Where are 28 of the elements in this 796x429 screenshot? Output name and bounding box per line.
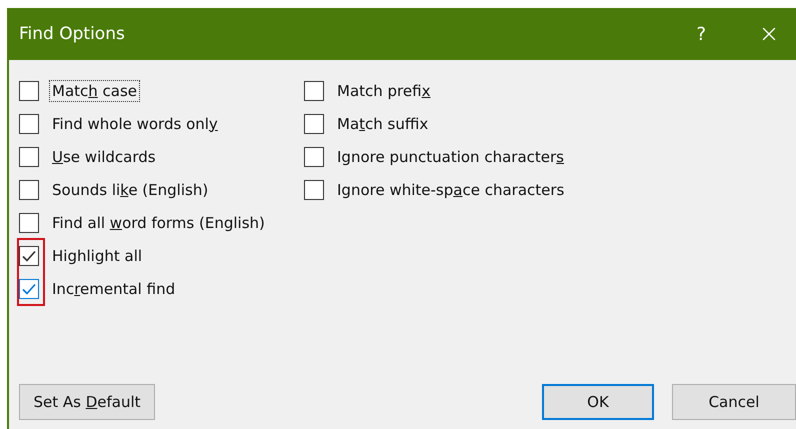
- dialog-button[interactable]: OK: [542, 384, 654, 420]
- checkbox[interactable]: [19, 278, 39, 298]
- dialog-button[interactable]: Cancel: [672, 384, 796, 420]
- dialog-button[interactable]: Set As Default: [19, 384, 155, 420]
- option-label[interactable]: Match suffix: [334, 112, 432, 134]
- checkbox[interactable]: [19, 212, 39, 232]
- checkbox[interactable]: [304, 80, 324, 100]
- option-label[interactable]: Ignore white-space characters: [334, 178, 568, 200]
- checkbox[interactable]: [304, 114, 324, 134]
- option-label[interactable]: Match case: [49, 80, 140, 102]
- option-label[interactable]: Incremental find: [49, 278, 178, 300]
- checkbox[interactable]: [19, 114, 39, 134]
- option-label[interactable]: Match prefix: [334, 80, 434, 102]
- option-label[interactable]: Use wildcards: [49, 146, 159, 168]
- window-title: Find Options: [19, 24, 126, 44]
- annotation-box: [17, 238, 45, 306]
- option-label[interactable]: Find whole words only: [49, 112, 221, 134]
- help-button[interactable]: ?: [696, 24, 706, 44]
- option-label[interactable]: Highlight all: [49, 244, 146, 266]
- option-label[interactable]: Find all word forms (English): [49, 212, 268, 234]
- option-label[interactable]: Sounds like (English): [49, 178, 212, 200]
- checkbox[interactable]: [19, 246, 39, 266]
- checkbox[interactable]: [19, 80, 39, 100]
- option-label[interactable]: Ignore punctuation characters: [334, 146, 567, 168]
- checkbox[interactable]: [304, 180, 324, 200]
- checkbox[interactable]: [19, 180, 39, 200]
- checkbox[interactable]: [19, 146, 39, 166]
- checkbox[interactable]: [304, 146, 324, 166]
